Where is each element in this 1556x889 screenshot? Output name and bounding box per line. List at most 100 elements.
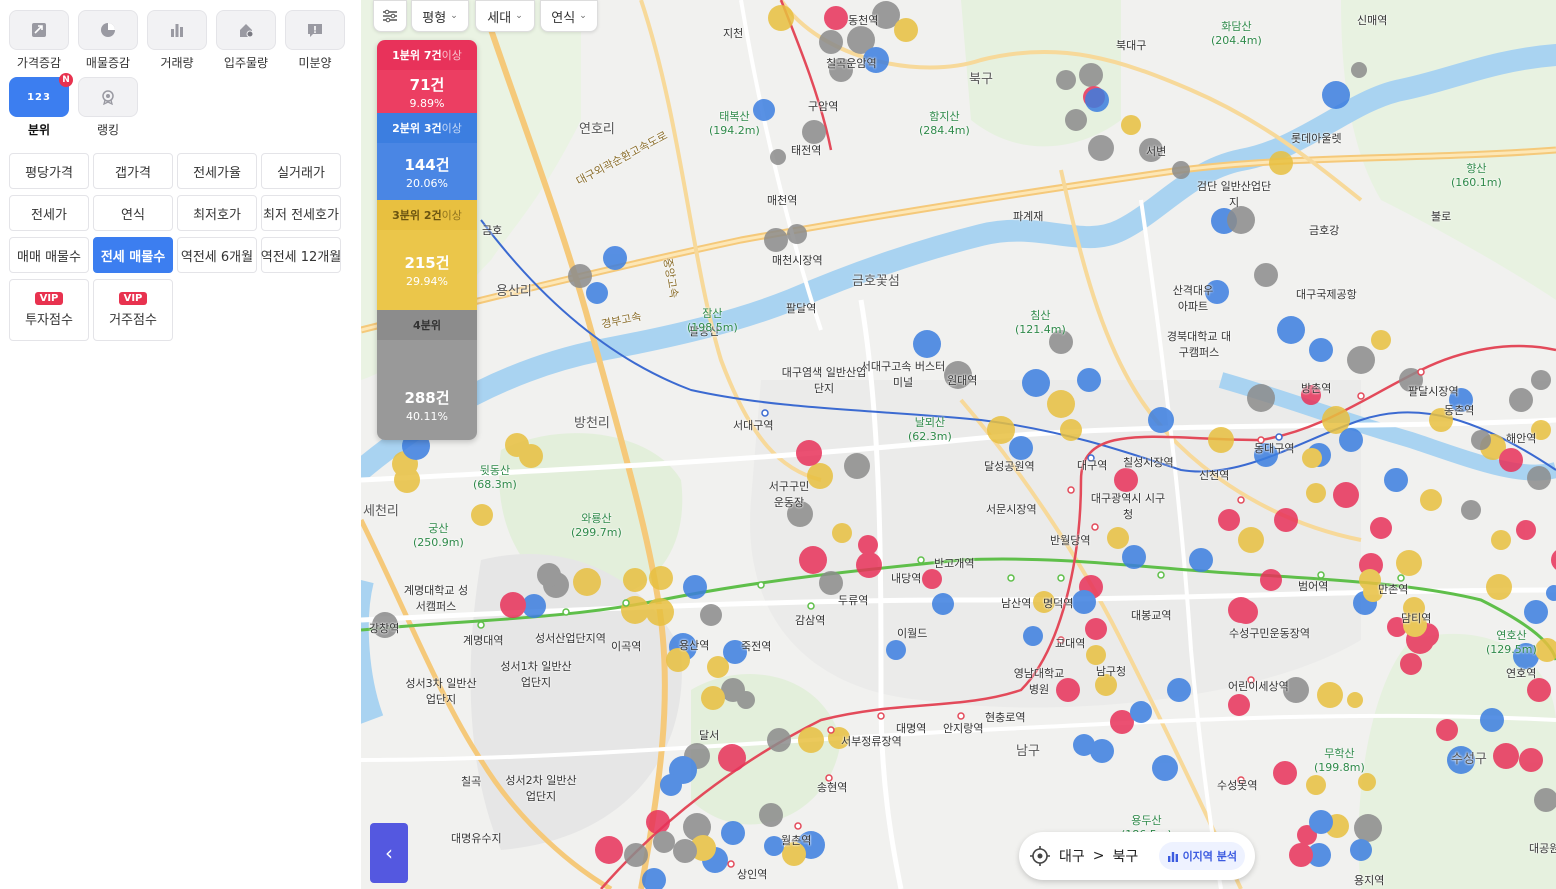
tab-label: 거래량: [160, 56, 194, 70]
station-label: 용산역: [679, 639, 710, 652]
station-label: 지천: [723, 27, 744, 40]
station-label: 서변: [1146, 145, 1167, 158]
tab-volume[interactable]: 거래량: [147, 10, 207, 71]
station-label: 용지역: [1354, 874, 1385, 887]
station-label: 동촌역: [1444, 404, 1475, 417]
price-change-icon: [32, 23, 46, 37]
tab-label: 분위: [27, 123, 51, 137]
legend-pct: 20.06%: [406, 176, 448, 190]
place-label: 성서3차 일반산업단지: [405, 677, 477, 706]
pie-chart-icon: [101, 23, 115, 37]
station-label: 송현역: [817, 781, 848, 794]
filter-reverse-jeonse-12m[interactable]: 역전세 12개월: [261, 237, 341, 273]
filter-reverse-jeonse-6m[interactable]: 역전세 6개월: [177, 237, 257, 273]
filter-build-year[interactable]: 연식: [93, 195, 173, 231]
pill-label: 세대: [487, 10, 512, 26]
filter-pill-pyeong[interactable]: 평형 ⌄: [411, 0, 469, 32]
station-label: 성서산업단지역: [535, 632, 606, 645]
tab-label: 입주물량: [223, 56, 269, 70]
tab-label: 매물증감: [85, 56, 131, 70]
filter-jeonse-ratio[interactable]: 전세가율: [177, 153, 257, 189]
tab-unsold[interactable]: 미분양: [285, 10, 345, 71]
tab-quartile[interactable]: 123 N 분위: [9, 73, 73, 138]
filter-lowest-jeonse-ask[interactable]: 최저 전세호가: [261, 195, 341, 231]
place-label: 남구청: [1095, 665, 1127, 678]
station-label: 월촌역: [781, 834, 812, 847]
tab-label: 랭킹: [96, 123, 120, 137]
tab-price-change[interactable]: 가격증감: [9, 10, 69, 71]
filter-price-per-pyeong[interactable]: 평당가격: [9, 153, 89, 189]
region-analysis-button[interactable]: 이지역 분석: [1158, 842, 1245, 870]
place-label: 롯데아울렛: [1291, 132, 1342, 145]
legend-count: 215건: [404, 254, 450, 272]
vip-living-score-button[interactable]: VIP 거주점수: [93, 279, 173, 341]
tab-supply[interactable]: 입주물량: [216, 10, 276, 71]
station-label: 연호역: [1506, 667, 1537, 680]
pill-label: 연식: [551, 10, 576, 26]
filter-sale-listings[interactable]: 매매 매물수: [9, 237, 89, 273]
station-label: 명덕역: [1043, 597, 1074, 610]
mountain-label: 잠산 (198.5m): [687, 307, 738, 334]
station-label: 내당역: [891, 572, 922, 585]
filter-jeonse-price[interactable]: 전세가: [9, 195, 89, 231]
filter-jeonse-listings[interactable]: 전세 매물수: [93, 237, 173, 273]
mountain-label: 날뫼산 (62.3m): [908, 416, 952, 443]
station-label: 해안역: [1506, 432, 1537, 445]
filter-pill-build-year[interactable]: 연식 ⌄: [540, 0, 598, 32]
station-label: 금호강: [1309, 224, 1340, 237]
station-label: 상인역: [737, 868, 768, 881]
filter-gap-price[interactable]: 갭가격: [93, 153, 173, 189]
station-label: 현충로역: [985, 711, 1026, 724]
station-label: 달성공원역: [984, 460, 1035, 473]
station-label: 달서: [699, 729, 720, 742]
station-label: 감삼역: [795, 614, 826, 627]
filter-lowest-ask[interactable]: 최저호가: [177, 195, 257, 231]
filter-pill-households[interactable]: 세대 ⌄: [475, 0, 535, 32]
legend-count: 144건: [404, 155, 450, 174]
chevron-left-icon: ‹: [385, 841, 393, 865]
legend-q1-header: 1분위 7건 이상: [377, 40, 477, 70]
station-label: 금호: [482, 224, 503, 237]
mountain-label: 와룡산 (299.7m): [571, 512, 622, 539]
collapse-panel-button[interactable]: ‹: [370, 823, 408, 883]
station-label: 원대역: [947, 374, 978, 387]
area-label: 북구: [969, 72, 993, 87]
station-label: 태전역: [791, 144, 822, 157]
sliders-icon: [383, 9, 397, 23]
area-label: 수성구: [1451, 752, 1487, 767]
station-label: 계명대역: [463, 634, 504, 647]
station-label: 반고개역: [934, 557, 975, 570]
station-label: 대공원역: [1529, 842, 1556, 855]
mountain-label: 무학산 (199.8m): [1314, 747, 1365, 774]
breadcrumb-city[interactable]: 대구: [1059, 846, 1085, 866]
place-label: 대구국제공항: [1296, 288, 1357, 301]
vip-tag: VIP: [34, 292, 64, 305]
map-settings-button[interactable]: [373, 0, 407, 32]
locate-icon[interactable]: [1029, 845, 1051, 867]
area-label: 남구: [1016, 744, 1040, 759]
breadcrumb-district[interactable]: 북구: [1113, 846, 1139, 866]
listing-change-icon-box: [78, 10, 138, 50]
price-change-icon-box: [9, 10, 69, 50]
filter-actual-price[interactable]: 실거래가: [261, 153, 341, 189]
place-label: 대구광역시 시구청: [1090, 492, 1166, 521]
tab-listing-change[interactable]: 매물증감: [78, 10, 138, 71]
place-label: 검단 일반산업단지: [1196, 180, 1272, 209]
station-label: 범어역: [1298, 580, 1329, 593]
station-label: 대구역: [1077, 459, 1108, 472]
tab-label: 가격증감: [16, 56, 62, 70]
station-label: 팔달역: [786, 302, 817, 315]
station-label: 어린이세상역: [1228, 680, 1289, 693]
area-label: 방천리: [574, 416, 610, 431]
tab-ranking[interactable]: 랭킹: [78, 77, 138, 138]
map-view[interactable]: 연호리 용산리 방천리 세천리 북구 남구 수성구 금호꽃섬 대구염색 일반산업…: [361, 0, 1556, 889]
legend-q4-body: 288건 40.11%: [377, 340, 477, 440]
station-label: 불로: [1431, 210, 1452, 223]
legend-q3-body: 215건 29.94%: [377, 230, 477, 310]
legend-pct: 9.89%: [409, 96, 445, 110]
medal-icon: [102, 90, 114, 105]
breadcrumb-separator: >: [1092, 848, 1105, 864]
station-label: 북대구: [1116, 39, 1147, 52]
vip-investment-score-button[interactable]: VIP 투자점수: [9, 279, 89, 341]
area-label: 금호꽃섬: [852, 274, 900, 289]
